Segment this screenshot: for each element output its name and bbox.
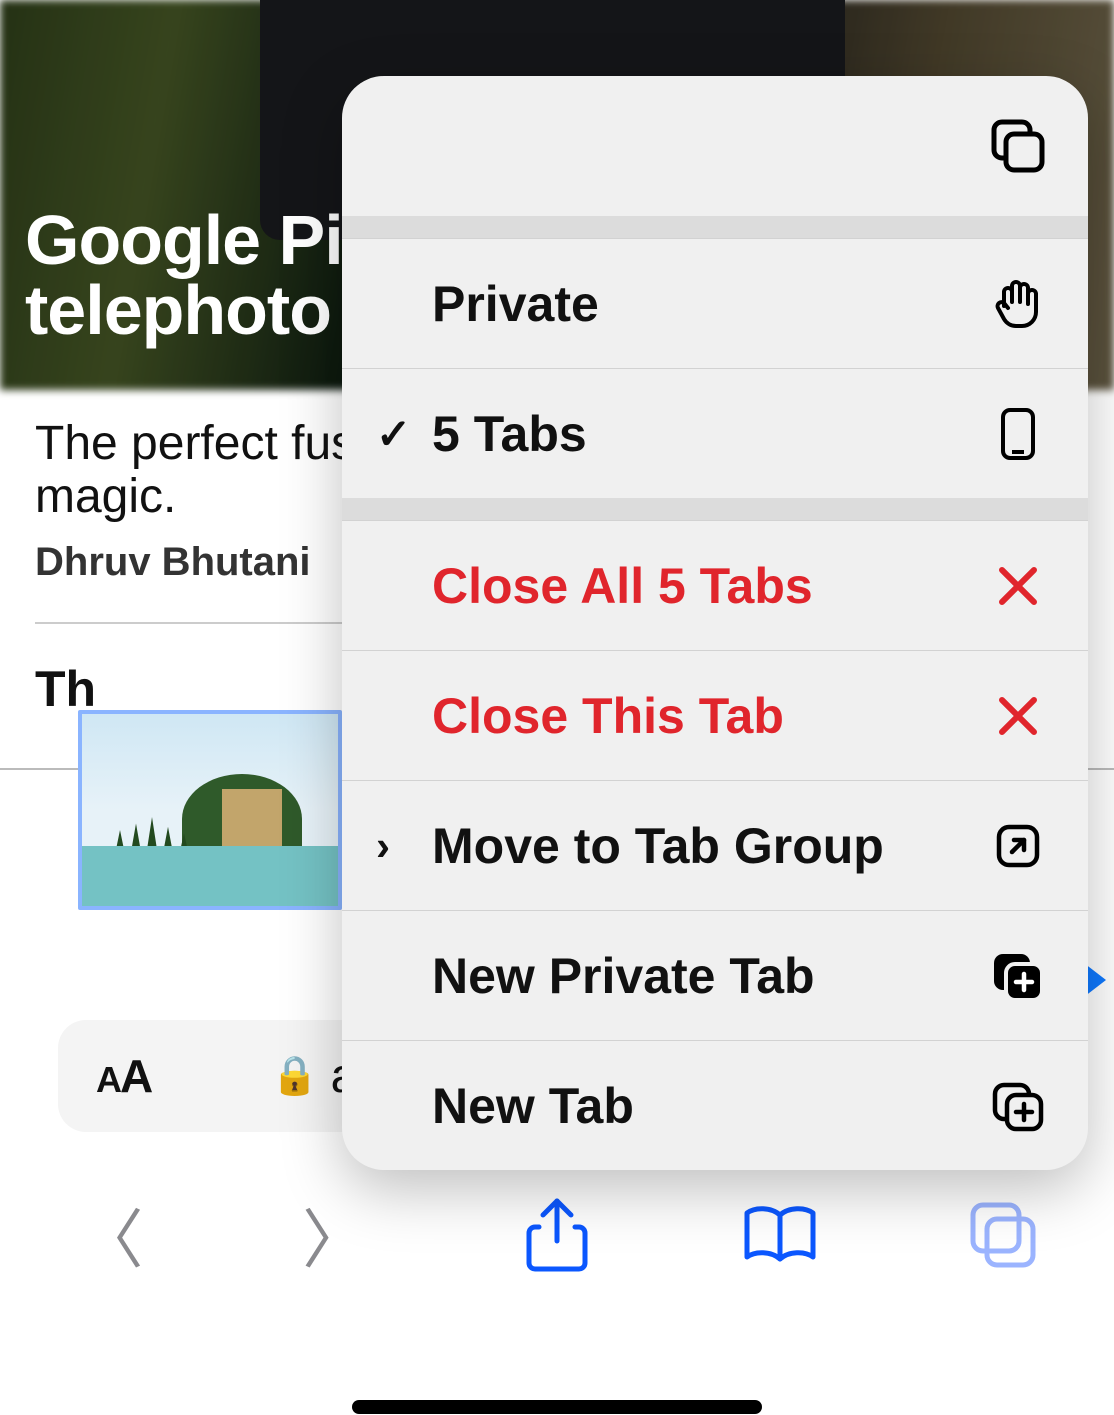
forward-button[interactable]: 〉 [294, 1195, 374, 1275]
close-icon [988, 686, 1048, 746]
article-lede: The perfect fusic magic. [35, 418, 390, 524]
menu-separator [342, 216, 1088, 238]
menu-item-new-private-tab[interactable]: New Private Tab [342, 910, 1088, 1040]
lede-line1: The perfect fusic [35, 417, 390, 470]
menu-item-label: Private [432, 275, 599, 333]
lede-line2: magic. [35, 470, 176, 523]
menu-item-label: New Private Tab [432, 947, 815, 1005]
chevron-right-icon: › [376, 822, 390, 870]
recommendation-thumbnail[interactable] [78, 710, 342, 910]
menu-item-label: Close All 5 Tabs [432, 557, 813, 615]
menu-separator [342, 498, 1088, 520]
menu-item-move-to-group[interactable]: › Move to Tab Group [342, 780, 1088, 910]
menu-item-label: 5 Tabs [432, 405, 587, 463]
share-button[interactable] [517, 1195, 597, 1275]
close-icon [988, 556, 1048, 616]
hand-icon [988, 274, 1048, 334]
article-title-line2: telephoto z [25, 271, 383, 349]
menu-item-label: Move to Tab Group [432, 817, 884, 875]
back-button[interactable]: 〈 [71, 1195, 151, 1275]
checkmark-icon: ✓ [376, 409, 411, 458]
lock-icon: 🔒 [271, 1054, 318, 1098]
reader-aa-button[interactable]: AA [96, 1049, 151, 1103]
menu-item-label: Close This Tab [432, 687, 784, 745]
phone-icon [988, 404, 1048, 464]
new-tab-icon [988, 1076, 1048, 1136]
article-author: Dhruv Bhutani [35, 540, 311, 585]
menu-item-new-tab[interactable]: New Tab [342, 1040, 1088, 1170]
bookmarks-button[interactable] [740, 1195, 820, 1275]
menu-item-label: New Tab [432, 1077, 634, 1135]
menu-item-private[interactable]: Private [342, 238, 1088, 368]
book-icon [741, 1203, 819, 1267]
tabs-context-menu: Private ✓ 5 Tabs Close All 5 Tabs [342, 76, 1088, 1170]
bottom-toolbar: 〈 〉 [0, 1170, 1114, 1300]
menu-item-close-all[interactable]: Close All 5 Tabs [342, 520, 1088, 650]
new-private-tab-icon [988, 946, 1048, 1006]
tabs-icon [967, 1199, 1039, 1271]
share-icon [525, 1197, 589, 1273]
menu-item-tabs[interactable]: ✓ 5 Tabs [342, 368, 1088, 498]
tabs-icon [988, 116, 1048, 176]
arrow-out-icon [988, 816, 1048, 876]
tabs-button[interactable] [963, 1195, 1043, 1275]
menu-header [342, 76, 1088, 216]
menu-item-close-this[interactable]: Close This Tab [342, 650, 1088, 780]
home-indicator[interactable] [352, 1400, 762, 1414]
